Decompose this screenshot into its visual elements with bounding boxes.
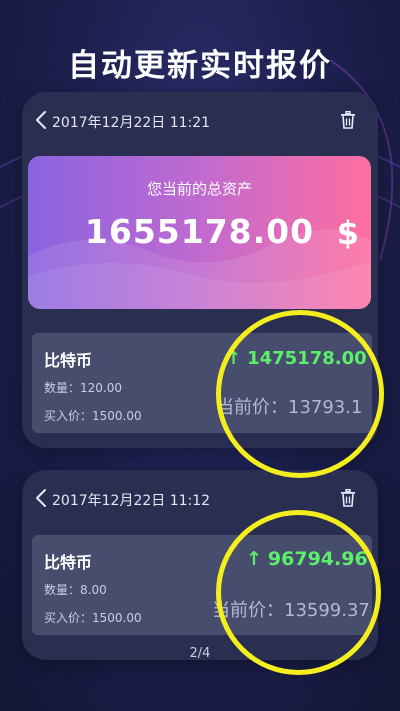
current-price-2: 当前价：13599.37 xyxy=(212,600,370,621)
price-overlay: ↑ 1475178.00 当前价：13793.1 ↑ 96794.96 当前价：13… xyxy=(0,0,400,711)
app-screen: 自动更新实时报价 2017年12月22日 11:21 您当前的总资产 16551… xyxy=(0,0,400,711)
up-arrow-icon: ↑ xyxy=(226,348,242,369)
page-indicator: 2/4 xyxy=(189,646,211,661)
profit-value-1: ↑ 1475178.00 xyxy=(226,348,367,369)
current-price-1: 当前价：13793.1 xyxy=(216,397,363,418)
up-arrow-icon: ↑ xyxy=(246,548,262,570)
profit-value-2: ↑ 96794.96 xyxy=(246,548,368,570)
